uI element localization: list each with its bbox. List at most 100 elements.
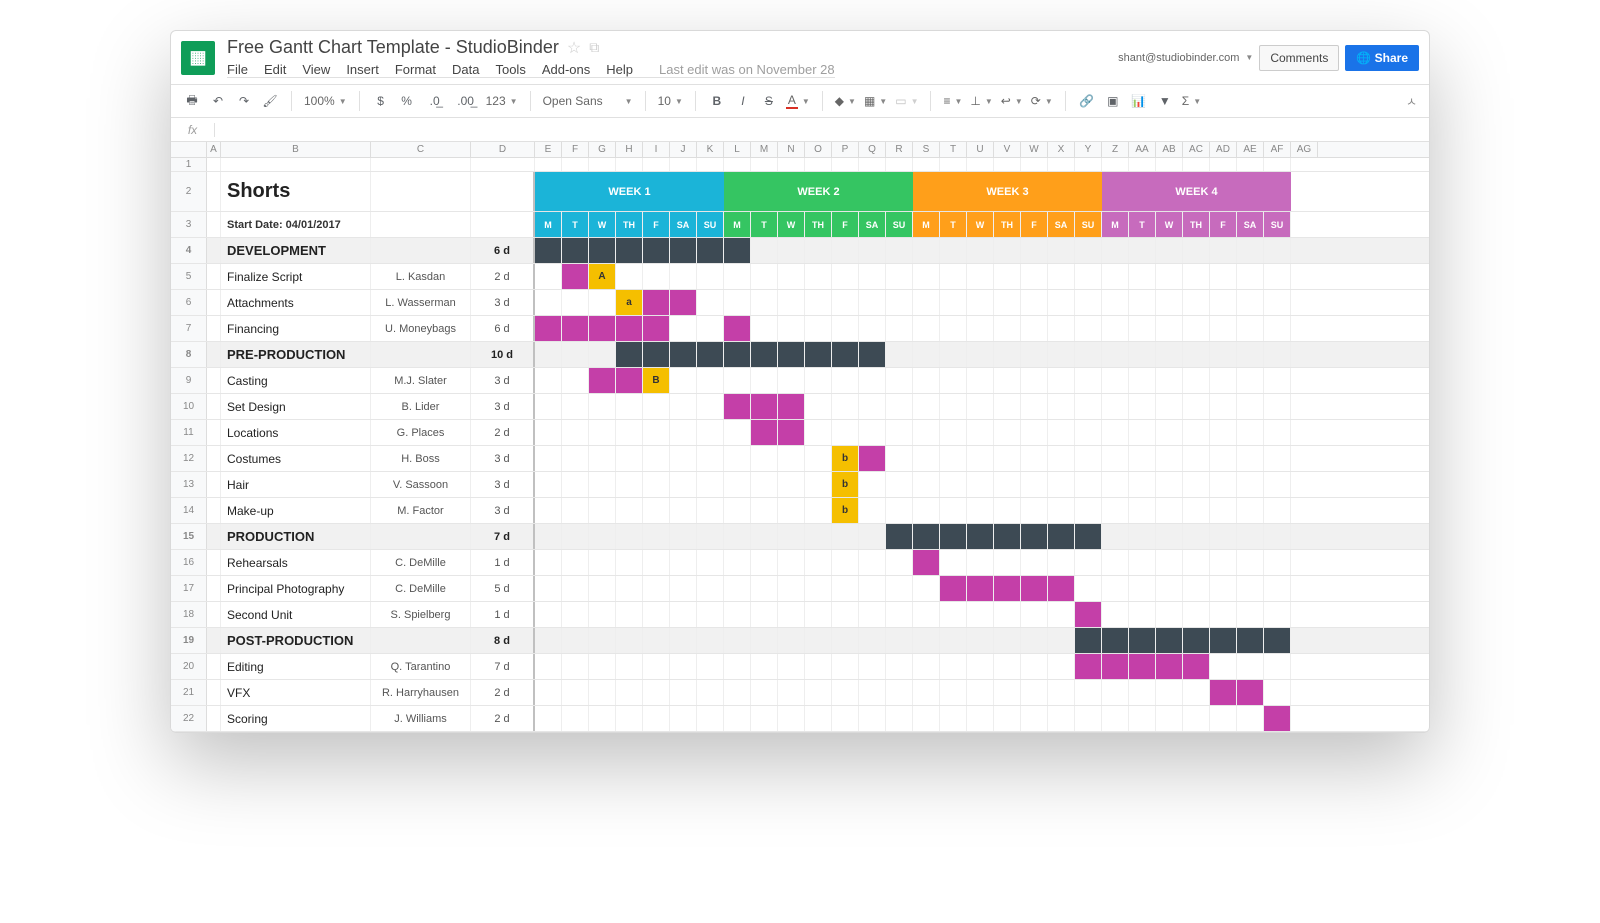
cell-day[interactable] xyxy=(1075,158,1102,171)
cell-day[interactable] xyxy=(913,238,940,263)
cell-day[interactable] xyxy=(805,368,832,393)
cell-day[interactable] xyxy=(1048,342,1075,367)
col-header-S[interactable]: S xyxy=(913,142,940,157)
cell[interactable]: Attachments xyxy=(221,290,371,315)
col-header-M[interactable]: M xyxy=(751,142,778,157)
cell-day[interactable] xyxy=(1021,706,1048,731)
cell-day[interactable] xyxy=(1048,368,1075,393)
cell-day[interactable] xyxy=(1156,498,1183,523)
cell-day[interactable] xyxy=(913,394,940,419)
cell-day[interactable] xyxy=(859,342,886,367)
cell[interactable] xyxy=(371,172,471,211)
cell-day[interactable] xyxy=(616,550,643,575)
cell-day[interactable] xyxy=(1129,238,1156,263)
cell-day[interactable] xyxy=(562,498,589,523)
cell-day[interactable] xyxy=(994,368,1021,393)
cell-day[interactable] xyxy=(1102,290,1129,315)
cell-day[interactable] xyxy=(886,602,913,627)
cell-day[interactable] xyxy=(724,290,751,315)
menu-edit[interactable]: Edit xyxy=(264,62,286,77)
col-header-I[interactable]: I xyxy=(643,142,670,157)
cell-day[interactable] xyxy=(1129,368,1156,393)
cell-day[interactable] xyxy=(1183,368,1210,393)
cell-day[interactable] xyxy=(778,316,805,341)
menu-tools[interactable]: Tools xyxy=(495,62,525,77)
cell-day[interactable] xyxy=(1237,238,1264,263)
cell-day[interactable] xyxy=(1129,446,1156,471)
cell[interactable]: DEVELOPMENT xyxy=(221,238,371,263)
cell-day[interactable] xyxy=(724,576,751,601)
cell-day[interactable] xyxy=(1156,576,1183,601)
cell-day[interactable] xyxy=(886,342,913,367)
row-header[interactable]: 21 xyxy=(171,680,207,705)
cell-day[interactable] xyxy=(1183,290,1210,315)
cell-day[interactable] xyxy=(562,290,589,315)
cell-day[interactable] xyxy=(697,472,724,497)
cell-day[interactable] xyxy=(1075,498,1102,523)
cell[interactable] xyxy=(371,628,471,653)
move-icon[interactable]: ⧉ xyxy=(589,39,599,56)
share-button[interactable]: 🌐 Share xyxy=(1345,45,1419,71)
cell-day[interactable] xyxy=(589,158,616,171)
cell-day[interactable] xyxy=(1129,576,1156,601)
cell-day[interactable] xyxy=(1264,498,1291,523)
cell-day[interactable] xyxy=(805,550,832,575)
cell-day[interactable] xyxy=(643,238,670,263)
cell-day[interactable] xyxy=(778,446,805,471)
cell[interactable]: POST-PRODUCTION xyxy=(221,628,371,653)
cell-day[interactable] xyxy=(778,706,805,731)
cell-day[interactable] xyxy=(967,238,994,263)
cell-day[interactable] xyxy=(805,706,832,731)
cell-day[interactable] xyxy=(805,264,832,289)
cell-day[interactable] xyxy=(913,628,940,653)
row-header[interactable]: 19 xyxy=(171,628,207,653)
cell-day[interactable] xyxy=(940,158,967,171)
cell[interactable] xyxy=(221,158,371,171)
cell-day[interactable] xyxy=(778,628,805,653)
cell[interactable]: Hair xyxy=(221,472,371,497)
cell-day[interactable] xyxy=(1264,524,1291,549)
cell[interactable]: 2 d xyxy=(471,264,535,289)
cell[interactable] xyxy=(371,238,471,263)
cell-day[interactable] xyxy=(1102,524,1129,549)
cell-day[interactable] xyxy=(616,706,643,731)
cell-day[interactable] xyxy=(886,654,913,679)
row-header[interactable]: 14 xyxy=(171,498,207,523)
cell-day[interactable] xyxy=(1102,576,1129,601)
cell-day[interactable] xyxy=(1183,316,1210,341)
cell-day[interactable] xyxy=(967,680,994,705)
cell-day[interactable] xyxy=(1102,498,1129,523)
cell-day[interactable] xyxy=(535,342,562,367)
cell[interactable]: S. Spielberg xyxy=(371,602,471,627)
cell-day[interactable] xyxy=(670,264,697,289)
cell-day[interactable] xyxy=(535,602,562,627)
col-header-K[interactable]: K xyxy=(697,142,724,157)
cell[interactable]: C. DeMille xyxy=(371,576,471,601)
cell-day[interactable] xyxy=(724,264,751,289)
cell[interactable]: 8 d xyxy=(471,628,535,653)
cell-day[interactable] xyxy=(994,550,1021,575)
cell-day[interactable] xyxy=(1156,602,1183,627)
cell-day[interactable] xyxy=(697,238,724,263)
cell-day[interactable] xyxy=(832,158,859,171)
cell-day[interactable] xyxy=(1237,316,1264,341)
cell-day[interactable] xyxy=(1183,524,1210,549)
cell-day[interactable] xyxy=(1264,602,1291,627)
cell-day[interactable] xyxy=(616,524,643,549)
cell-day[interactable] xyxy=(751,342,778,367)
increase-decimal-icon[interactable]: .00̲ xyxy=(454,92,478,110)
cell-day[interactable]: b xyxy=(832,498,859,523)
valign-dropdown[interactable]: ⊥ ▼ xyxy=(970,94,992,108)
cell[interactable]: B. Lider xyxy=(371,394,471,419)
cell-day[interactable] xyxy=(1102,394,1129,419)
cell-day[interactable] xyxy=(1075,394,1102,419)
cell-day[interactable] xyxy=(697,342,724,367)
cell-day[interactable] xyxy=(1021,446,1048,471)
cell-day[interactable] xyxy=(913,498,940,523)
paint-format-icon[interactable]: 🖌 xyxy=(261,92,279,110)
cell-day[interactable] xyxy=(535,576,562,601)
cell-day[interactable] xyxy=(994,394,1021,419)
row-header[interactable]: 1 xyxy=(171,158,207,171)
cell-day[interactable] xyxy=(886,264,913,289)
cell-day[interactable] xyxy=(913,290,940,315)
